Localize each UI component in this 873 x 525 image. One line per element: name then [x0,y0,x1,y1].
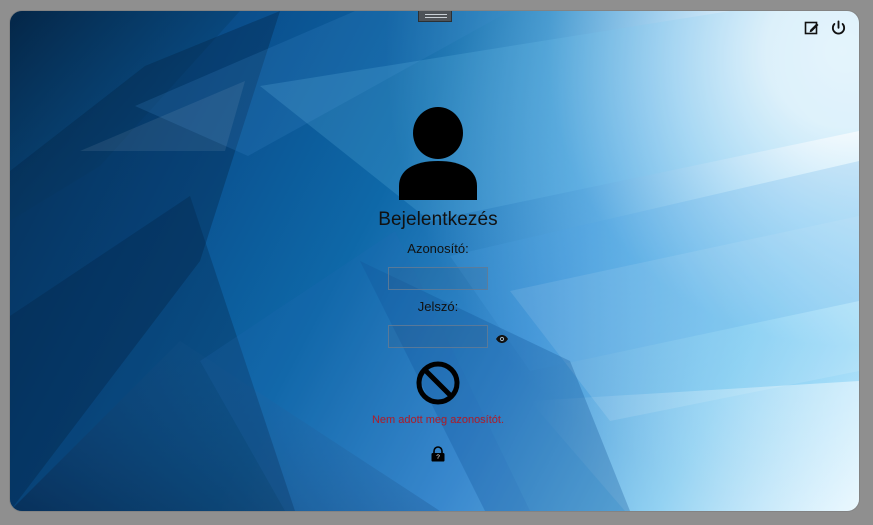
user-avatar-icon [392,106,484,200]
lock-help-icon[interactable]: ? [429,445,447,463]
window-actions [803,19,847,37]
password-field-wrap [388,325,508,348]
password-label: Jelszó: [417,299,459,314]
power-icon[interactable] [829,19,847,37]
svg-text:?: ? [436,454,440,461]
login-panel: Bejelentkezés Azonosító: Jelszó: Nem ado… [318,106,558,478]
error-message: Nem adott meg azonosítót. [371,414,505,426]
eye-icon[interactable] [495,331,509,343]
edit-square-icon[interactable] [803,19,821,37]
username-input[interactable] [388,267,488,290]
login-title: Bejelentkezés [378,209,498,230]
username-field-wrap [388,267,488,290]
username-label: Azonosító: [407,241,469,256]
blocked-icon [415,360,461,406]
drag-handle[interactable] [418,11,452,22]
password-input[interactable] [388,325,488,348]
login-screen: Bejelentkezés Azonosító: Jelszó: Nem ado… [10,11,859,511]
